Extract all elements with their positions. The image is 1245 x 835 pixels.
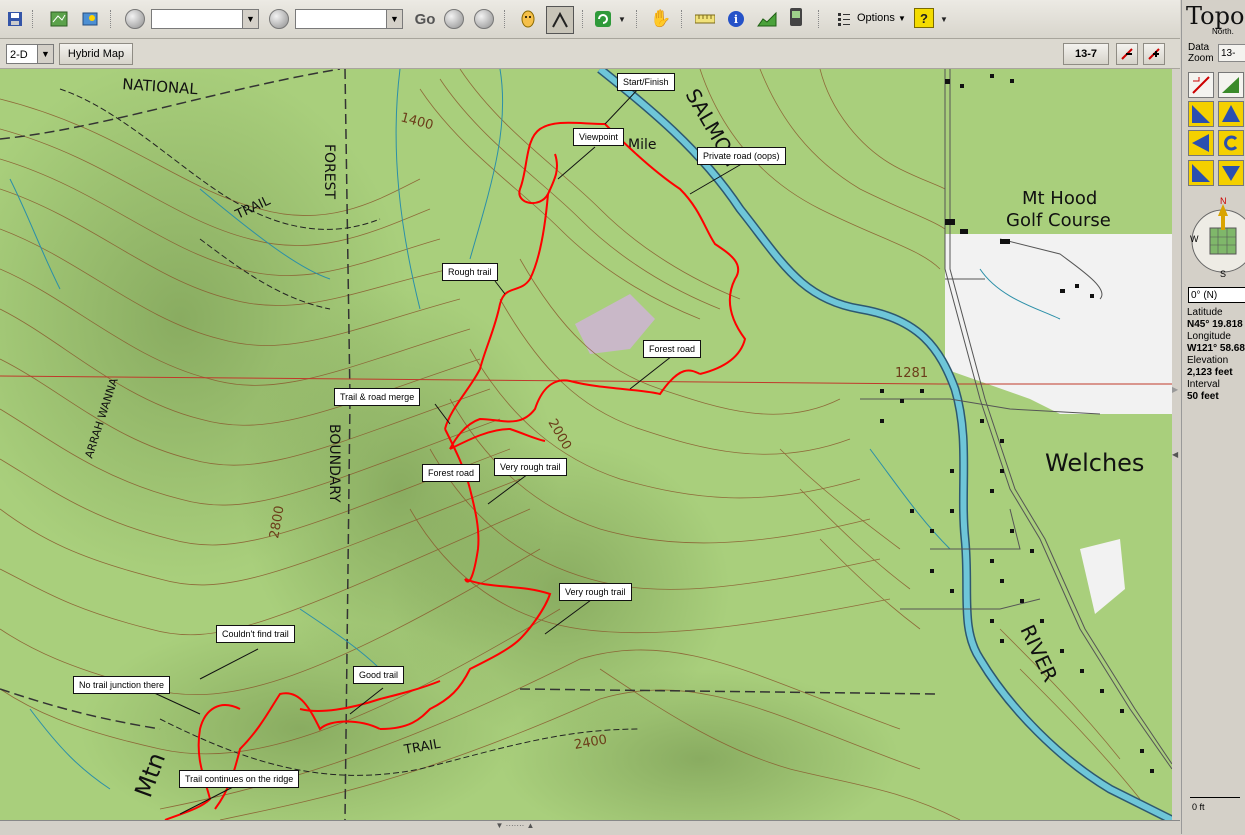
interval-value: 50 feet bbox=[1187, 391, 1219, 402]
elevation-profile-icon[interactable] bbox=[756, 8, 778, 30]
forward-icon[interactable] bbox=[473, 8, 495, 30]
scale-bar bbox=[1190, 797, 1240, 798]
collapse-panel-icon[interactable]: ◀ bbox=[1172, 450, 1180, 470]
chevron-down-icon[interactable]: ▼ bbox=[616, 8, 628, 30]
map-callout-trail-continues: Trail continues on the ridge bbox=[179, 770, 300, 788]
map-callout-start-finish: Start/Finish bbox=[617, 73, 675, 91]
bottom-status-bar: ▼ ······· ▲ bbox=[0, 820, 1180, 835]
terrain-profile-icon[interactable] bbox=[546, 6, 574, 34]
elevation-value: 2,123 feet bbox=[1187, 367, 1233, 378]
save-icon[interactable] bbox=[4, 8, 26, 30]
chevron-down-icon[interactable]: ▼ bbox=[386, 10, 402, 28]
compass-rose[interactable]: N W S bbox=[1188, 196, 1245, 282]
view-mode-select[interactable]: 2-D ▼ bbox=[6, 44, 54, 64]
zoom-tab[interactable]: 13- bbox=[1218, 44, 1245, 62]
drag-handle-icon[interactable]: ▼ ······· ▲ bbox=[470, 821, 560, 833]
chevron-down-icon[interactable]: ▼ bbox=[242, 10, 258, 28]
chevron-down-icon[interactable]: ▼ bbox=[938, 8, 950, 30]
options-menu[interactable]: Options ▼ bbox=[857, 12, 906, 24]
map-label-boundary: BOUNDARY bbox=[326, 424, 342, 503]
hand-pan-icon[interactable]: ✋ bbox=[650, 8, 672, 30]
zoom-level-button[interactable]: 13-7 bbox=[1063, 43, 1109, 65]
scale-value: 0 ft bbox=[1192, 802, 1205, 812]
topo-map[interactable]: NATIONAL FOREST BOUNDARY TRAIL TRAIL ARR… bbox=[0, 69, 1172, 820]
pan-west-icon[interactable] bbox=[1188, 130, 1214, 156]
ruler-icon[interactable] bbox=[694, 8, 716, 30]
right-panel: Topo North. Data Zoom 13- N W S 0° (N) bbox=[1181, 0, 1245, 834]
hybrid-map-button[interactable]: Hybrid Map bbox=[59, 43, 133, 65]
info-icon[interactable]: i bbox=[725, 8, 747, 30]
pan-southwest-icon[interactable] bbox=[1188, 160, 1214, 186]
compass-n-label: N bbox=[1220, 196, 1227, 206]
pan-south-icon[interactable] bbox=[1218, 160, 1244, 186]
zoom-out-icon[interactable] bbox=[1188, 72, 1214, 98]
map-label-forest: FOREST bbox=[321, 144, 337, 200]
help-button[interactable]: ? bbox=[914, 8, 934, 28]
zoom-tab-label[interactable]: Zoom bbox=[1188, 53, 1214, 64]
options-icon[interactable] bbox=[833, 8, 855, 30]
tilt-icon[interactable] bbox=[1218, 72, 1244, 98]
waypoint-radio-icon[interactable] bbox=[124, 8, 146, 30]
route-radio-icon[interactable] bbox=[268, 8, 290, 30]
longitude-value: W121° 58.68 bbox=[1187, 343, 1245, 354]
map-canvas[interactable]: NATIONAL FOREST BOUNDARY TRAIL TRAIL ARR… bbox=[0, 69, 1172, 820]
view-toolbar: 2-D ▼ Hybrid Map 13-7 bbox=[0, 39, 1180, 69]
map-callout-good-trail: Good trail bbox=[353, 666, 405, 684]
heading-field[interactable]: 0° (N) bbox=[1188, 287, 1245, 303]
panel-title: Topo bbox=[1186, 2, 1245, 30]
data-tab-label[interactable]: Data bbox=[1188, 42, 1214, 53]
main-toolbar: ▼ ▼ Go ▼ ✋ i Options ▼ ? ▼ bbox=[0, 0, 1180, 39]
map-callout-trail-road-merge: Trail & road merge bbox=[334, 388, 421, 406]
latitude-label: Latitude bbox=[1187, 307, 1223, 318]
zoom-out-button[interactable] bbox=[1116, 43, 1138, 65]
map-callout-no-trail-junction: No trail junction there bbox=[73, 676, 171, 694]
map-callout-forest-road-2: Forest road bbox=[422, 464, 481, 482]
map-callout-viewpoint: Viewpoint bbox=[573, 128, 624, 146]
compass-w-label: W bbox=[1190, 234, 1199, 244]
interval-label: Interval bbox=[1187, 379, 1220, 390]
map-callout-couldnt-find-trail: Couldn't find trail bbox=[216, 625, 295, 643]
elevation-label: Elevation bbox=[1187, 355, 1229, 366]
svg-text:i: i bbox=[734, 13, 738, 26]
route-combo[interactable]: ▼ bbox=[295, 9, 403, 29]
gps-icon[interactable] bbox=[785, 6, 807, 28]
elevation-label-1281: 1281 bbox=[895, 366, 928, 381]
latitude-value: N45° 19.818 bbox=[1187, 319, 1243, 330]
longitude-label: Longitude bbox=[1187, 331, 1231, 342]
map-icon[interactable] bbox=[48, 8, 70, 30]
chevron-down-icon: ▼ bbox=[897, 14, 906, 23]
map-callout-forest-road-1: Forest road bbox=[643, 340, 702, 358]
back-icon[interactable] bbox=[443, 8, 465, 30]
expand-panel-icon[interactable]: ▶ bbox=[1172, 385, 1180, 405]
pan-north-icon[interactable] bbox=[1218, 101, 1244, 127]
face-icon[interactable] bbox=[517, 8, 539, 30]
map-label-golf-2: Golf Course bbox=[1006, 210, 1111, 231]
rotate-icon[interactable] bbox=[1218, 130, 1244, 156]
map-callout-very-rough-trail-1: Very rough trail bbox=[494, 458, 567, 476]
chevron-down-icon[interactable]: ▼ bbox=[37, 45, 53, 63]
location-combo[interactable]: ▼ bbox=[151, 9, 259, 29]
map-callout-private-road: Private road (oops) bbox=[697, 147, 786, 165]
refresh-icon[interactable] bbox=[592, 8, 614, 30]
go-button[interactable]: Go bbox=[412, 8, 438, 30]
map-callout-very-rough-trail-2: Very rough trail bbox=[559, 583, 632, 601]
pan-northwest-icon[interactable] bbox=[1188, 101, 1214, 127]
panel-subtitle: North. bbox=[1212, 27, 1234, 36]
map-label-golf-1: Mt Hood bbox=[1022, 188, 1097, 209]
zoom-in-button[interactable] bbox=[1143, 43, 1165, 65]
map-callout-rough-trail: Rough trail bbox=[442, 263, 498, 281]
map-label-welches: Welches bbox=[1045, 449, 1144, 477]
compass-s-label: S bbox=[1220, 269, 1227, 279]
photo-icon[interactable] bbox=[79, 8, 101, 30]
